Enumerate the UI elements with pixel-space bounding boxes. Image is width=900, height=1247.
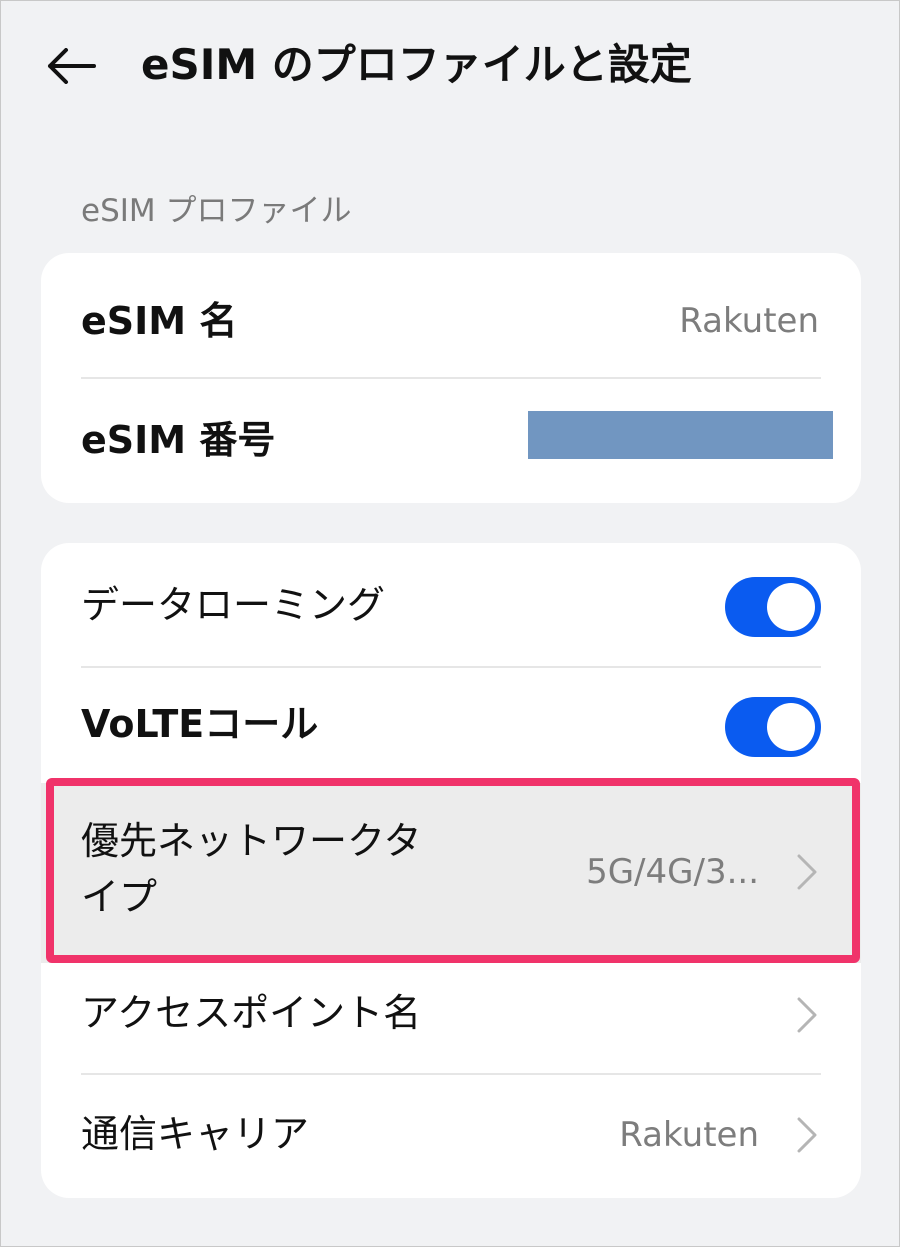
back-button[interactable] xyxy=(41,39,101,93)
carrier-value: Rakuten xyxy=(619,1115,759,1155)
esim-settings-card: データローミング VoLTEコール 優先ネットワークタ イプ 5G/4G/3..… xyxy=(41,543,861,1198)
volte-row[interactable]: VoLTEコール xyxy=(41,668,861,783)
esim-number-label: eSIM 番号 xyxy=(81,418,276,462)
esim-name-value: Rakuten xyxy=(679,301,819,341)
chevron-right-icon xyxy=(797,997,817,1033)
page-title: eSIM のプロファイルと設定 xyxy=(141,40,692,89)
preferred-network-type-label-line1: 優先ネットワークタ xyxy=(81,819,422,863)
arrow-left-icon xyxy=(48,48,96,84)
carrier-label: 通信キャリア xyxy=(81,1112,310,1156)
toggle-knob xyxy=(767,703,815,751)
preferred-network-type-row[interactable]: 優先ネットワークタ イプ 5G/4G/3... xyxy=(41,783,861,963)
data-roaming-row[interactable]: データローミング xyxy=(41,543,861,666)
access-point-name-label: アクセスポイント名 xyxy=(81,991,422,1035)
data-roaming-label: データローミング xyxy=(81,583,386,627)
esim-name-label: eSIM 名 xyxy=(81,299,238,343)
data-roaming-toggle[interactable] xyxy=(725,577,821,637)
section-label-esim-profile: eSIM プロファイル xyxy=(81,193,352,229)
app-header: eSIM のプロファイルと設定 xyxy=(1,1,900,131)
carrier-row[interactable]: 通信キャリア Rakuten xyxy=(41,1075,861,1198)
chevron-right-icon xyxy=(797,854,817,890)
esim-name-row[interactable]: eSIM 名 Rakuten xyxy=(41,253,861,378)
preferred-network-type-label-line2: イプ xyxy=(81,875,158,919)
toggle-knob xyxy=(767,583,815,631)
esim-number-redaction xyxy=(528,411,833,459)
esim-profile-card: eSIM 名 Rakuten eSIM 番号 xyxy=(41,253,861,503)
volte-toggle[interactable] xyxy=(725,697,821,757)
access-point-name-row[interactable]: アクセスポイント名 xyxy=(41,963,861,1073)
volte-label: VoLTEコール xyxy=(81,702,319,746)
preferred-network-type-value: 5G/4G/3... xyxy=(586,852,759,892)
chevron-right-icon xyxy=(797,1117,817,1153)
